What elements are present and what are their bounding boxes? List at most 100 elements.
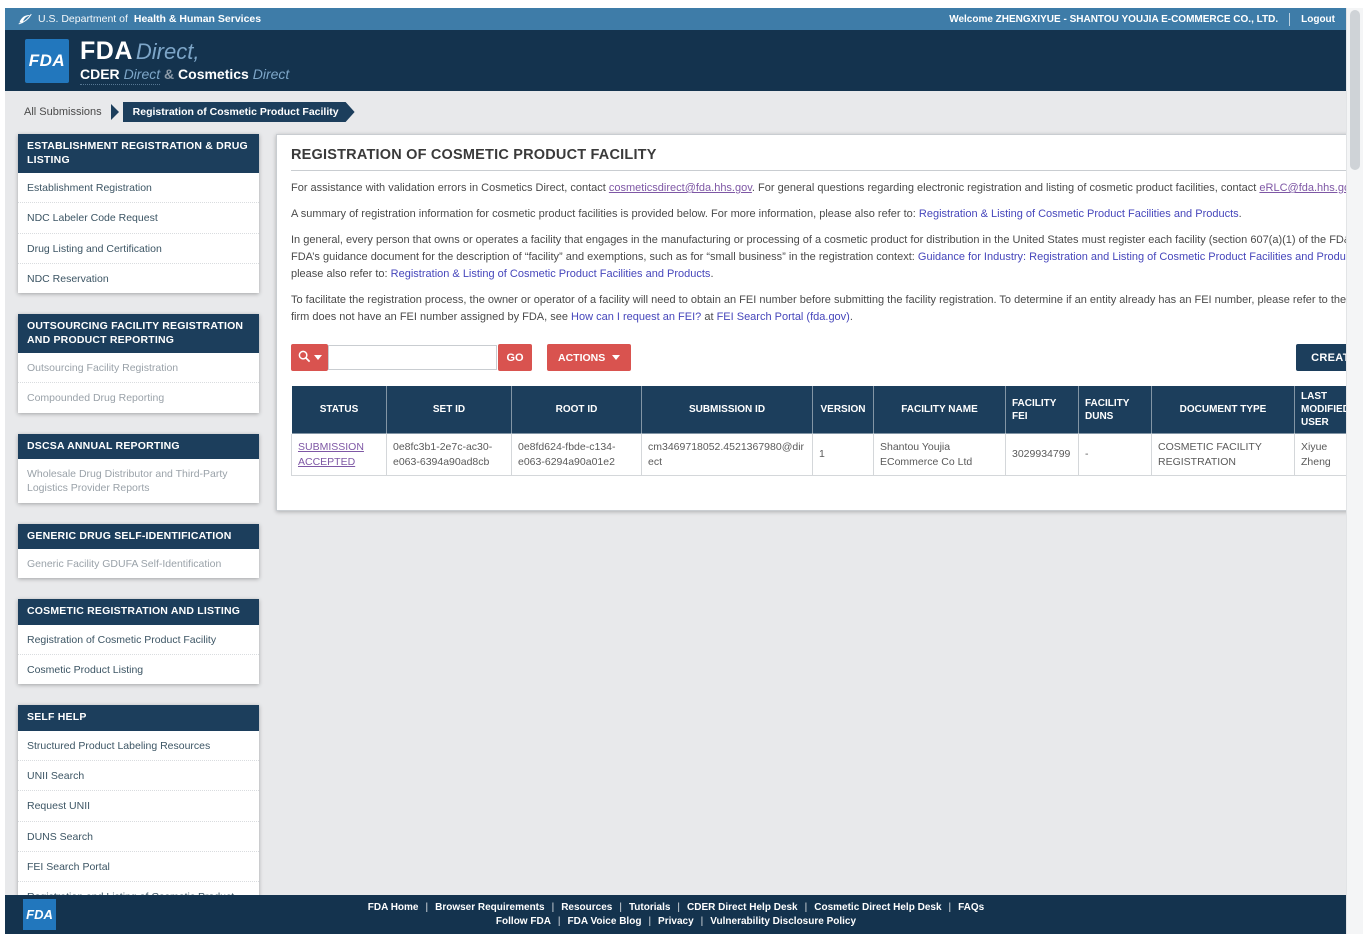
sidebar-section: COSMETIC REGISTRATION AND LISTING Registr… (18, 599, 259, 685)
text-link[interactable]: Registration & Listing of Cosmetic Produ… (919, 208, 1239, 220)
sidebar-item-fei-search-portal[interactable]: FEI Search Portal (18, 852, 259, 882)
sidebar-item-compounded-drug-reporting: Compounded Drug Reporting (27, 392, 165, 405)
text-link[interactable]: cosmeticsdirect@fda.hhs.gov (609, 182, 752, 194)
divider: | (551, 902, 555, 913)
column-header-version[interactable]: VERSION (812, 385, 874, 435)
sidebar-section-header: SELF HELP (18, 705, 259, 732)
cell-version: 1 (812, 433, 874, 476)
chevron-down-icon (313, 355, 322, 361)
column-header-facility-fei[interactable]: FACILITY FEI (1005, 385, 1079, 435)
column-header-status[interactable]: STATUS (291, 385, 387, 435)
search-group: GO ACTIONS (291, 344, 632, 372)
hhs-brand: U.S. Department of Health & Human Servic… (18, 12, 261, 26)
scrollbar[interactable] (1346, 8, 1363, 934)
text-run: A summary of registration information fo… (291, 208, 919, 221)
text-link[interactable]: Guidance for Industry: Registration and … (918, 251, 1347, 263)
footer-link-fda-voice-blog[interactable]: FDA Voice Blog (568, 916, 642, 927)
column-header-root-id[interactable]: ROOT ID (511, 385, 642, 435)
search-input[interactable] (328, 345, 497, 371)
cell-document-type: COSMETIC FACILITY REGISTRATION (1151, 433, 1295, 476)
search-options-button[interactable] (291, 344, 328, 372)
sidebar-item-registration-and-listing-of-cosmetic-product-facilities-and-products-industry-guidance[interactable]: Registration and Listing of Cosmetic Pro… (18, 882, 259, 895)
welcome-text: Welcome ZHENGXIYUE - SHANTOU YOUJIA E-CO… (949, 13, 1279, 25)
column-header-set-id[interactable]: SET ID (386, 385, 512, 435)
footer-link-tutorials[interactable]: Tutorials (629, 902, 670, 913)
toolbar: GO ACTIONS CREATE NEW / UPLOAD FILE (291, 344, 1347, 372)
sidebar-item-structured-product-labeling-resources[interactable]: Structured Product Labeling Resources (18, 731, 259, 762)
text-run: . (1238, 208, 1242, 221)
cder-direct-label: CDER Direct (80, 65, 161, 85)
logout-button[interactable]: Logout (1301, 14, 1335, 25)
agency-name: Health & Human Services (133, 13, 262, 25)
sidebar-item-request-unii[interactable]: Request UNII (18, 791, 259, 822)
cder-italic: Direct (123, 65, 161, 82)
sidebar-item-registration-of-cosmetic-product-facility[interactable]: Registration of Cosmetic Product Facilit… (18, 625, 259, 656)
sidebar-section: ESTABLISHMENT REGISTRATION & DRUG LISTIN… (18, 134, 259, 293)
sidebar-item-drug-listing-and-certification[interactable]: Drug Listing and Certification (18, 234, 259, 264)
footer-link-vulnerability-disclosure-policy[interactable]: Vulnerability Disclosure Policy (710, 916, 856, 927)
text-link[interactable]: eRLC@fda.hhs.gov. (1259, 182, 1347, 194)
search-icon (298, 350, 311, 366)
go-button[interactable]: GO (498, 344, 532, 372)
main-panel: REGISTRATION OF COSMETIC PRODUCT FACILIT… (276, 134, 1347, 511)
footer-link-cosmetic-direct-help-desk[interactable]: Cosmetic Direct Help Desk (814, 902, 941, 913)
sidebar-item-ndc-labeler-code-request[interactable]: NDC Labeler Code Request (18, 203, 259, 234)
footer-link-privacy[interactable]: Privacy (658, 916, 694, 927)
page-title: REGISTRATION OF COSMETIC PRODUCT FACILIT… (291, 147, 1347, 171)
fda-logo[interactable]: FDA (25, 38, 69, 83)
sidebar-section-header: DSCSA ANNUAL REPORTING (18, 433, 259, 460)
actions-button[interactable]: ACTIONS (547, 344, 632, 372)
divider: | (700, 916, 704, 927)
cder-bold: CDER (80, 65, 120, 82)
cell-set-id: 0e8fc3b1-2e7c-ac30-e063-6394a90ad8cb (386, 433, 512, 476)
sidebar-item-duns-search[interactable]: DUNS Search (18, 822, 259, 852)
breadcrumb-all-submissions[interactable]: All Submissions (18, 103, 111, 121)
column-header-facility-name[interactable]: FACILITY NAME (873, 385, 1006, 435)
footer-link-faqs[interactable]: FAQs (958, 902, 984, 913)
paragraph: In general, every person that owns or op… (291, 232, 1347, 283)
text-run: For assistance with validation errors in… (291, 182, 609, 194)
cell-facility-fei: 3029934799 (1005, 433, 1079, 476)
column-header-last-modified-user[interactable]: LAST MODIFIED USER (1294, 385, 1347, 435)
sidebar-item-establishment-registration[interactable]: Establishment Registration (18, 173, 259, 204)
app-header: FDA FDA Direct, CDER Direct & Cosmetics D… (5, 30, 1347, 91)
column-header-facility-duns[interactable]: FACILITY DUNS (1078, 385, 1152, 435)
footer-links-row1: FDA Home | Browser Requirements | Resources |… (368, 902, 985, 913)
footer-link-browser-requirements[interactable]: Browser Requirements (435, 902, 544, 913)
sidebar-item-cosmetic-product-listing[interactable]: Cosmetic Product Listing (18, 655, 259, 684)
status-link[interactable]: SUBMISSION ACCEPTED (298, 441, 364, 467)
fda-footer-logo[interactable]: FDA (23, 899, 56, 930)
footer-link-follow-fda[interactable]: Follow FDA (496, 916, 551, 927)
text-run: at (701, 311, 717, 324)
footer-link-fda-home[interactable]: FDA Home (368, 902, 419, 913)
text-link[interactable]: How can I request an FEI? (571, 311, 701, 323)
app-titles: FDA Direct, CDER Direct & Cosmetics Direc… (80, 38, 290, 85)
create-new-upload-button[interactable]: CREATE NEW / UPLOAD FILE (1296, 344, 1347, 372)
content-area: All Submissions Registration of Cosmetic… (5, 91, 1347, 895)
paragraph: To facilitate the registration process, … (291, 292, 1347, 326)
sidebar-section-header: COSMETIC REGISTRATION AND LISTING (18, 599, 259, 626)
text-link[interactable]: Registration & Listing of Cosmetic Produ… (391, 268, 711, 280)
text-run: . For general questions regarding electr… (751, 182, 1260, 194)
sidebar-section: SELF HELP Structured Product Labeling Res… (18, 705, 259, 895)
cosmetics-italic: Direct (252, 65, 290, 82)
text-run: To facilitate the registration process, … (291, 294, 1347, 307)
divider (1289, 12, 1291, 26)
sidebar-item-outsourcing-facility-registration: Outsourcing Facility Registration (18, 353, 259, 384)
hhs-eagle-icon (18, 12, 32, 26)
chevron-right-icon (110, 104, 119, 120)
cell-facility-name: Shantou Youjia ECommerce Co Ltd (873, 433, 1006, 476)
column-header-document-type[interactable]: DOCUMENT TYPE (1151, 385, 1295, 435)
chevron-down-icon (612, 355, 621, 361)
cell-submission-id: cm3469718052.4521367980@direct (641, 433, 813, 476)
text-link[interactable]: FEI Search Portal (fda.gov) (717, 311, 850, 323)
scrollbar-thumb[interactable] (1350, 10, 1360, 170)
cosmetics-bold: Cosmetics (178, 65, 249, 82)
page: U.S. Department of Health & Human Servic… (5, 8, 1347, 934)
sidebar-item-ndc-reservation[interactable]: NDC Reservation (18, 264, 259, 293)
column-header-submission-id[interactable]: SUBMISSION ID (641, 385, 813, 435)
sidebar-item-unii-search[interactable]: UNII Search (18, 761, 259, 792)
footer-link-resources[interactable]: Resources (561, 902, 612, 913)
sidebar-section: OUTSOURCING FACILITY REGISTRATION AND PR… (18, 313, 259, 413)
footer-link-cder-direct-help-desk[interactable]: CDER Direct Help Desk (687, 902, 798, 913)
